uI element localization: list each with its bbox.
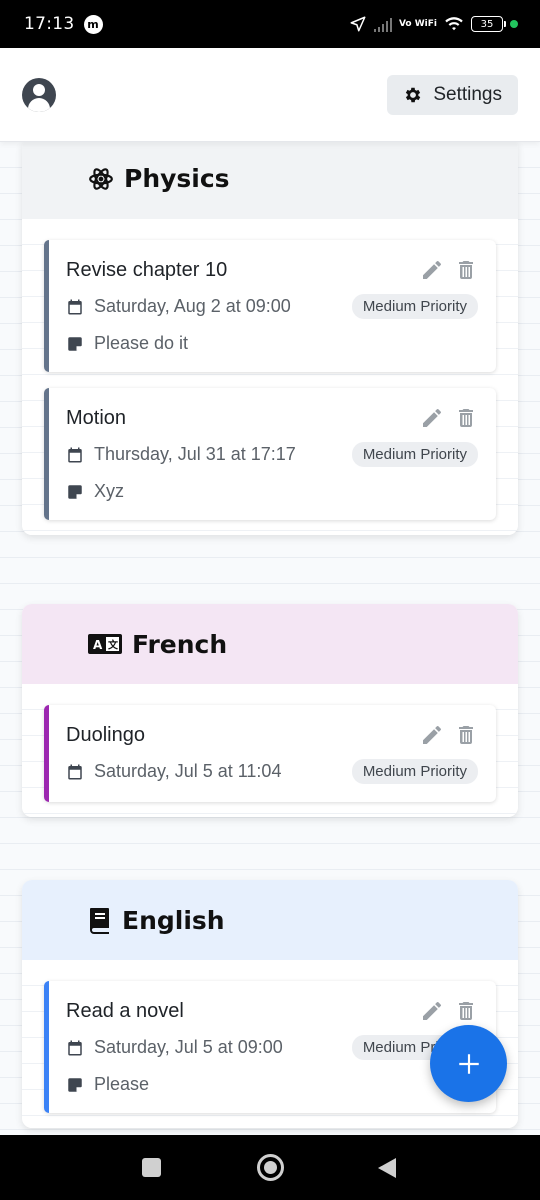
delete-trash-icon[interactable] xyxy=(454,258,478,282)
subject-card-physics: Physics Revise chapter 10 Saturday, Aug … xyxy=(22,142,518,535)
status-time: 17:13 xyxy=(24,14,75,34)
edit-pencil-icon[interactable] xyxy=(420,258,444,282)
wifi-icon xyxy=(445,17,463,31)
priority-badge: Medium Priority xyxy=(351,759,478,784)
task-card[interactable]: Revise chapter 10 Saturday, Aug 2 at 09:… xyxy=(44,240,496,372)
priority-badge: Medium Priority xyxy=(351,294,478,319)
task-title: Revise chapter 10 xyxy=(66,258,228,281)
delete-trash-icon[interactable] xyxy=(454,406,478,430)
volte-label: Vo WiFi xyxy=(398,18,437,29)
task-card[interactable]: Motion Thursday, Jul 31 at 17:17 Medium … xyxy=(44,388,496,520)
back-icon[interactable] xyxy=(377,1157,397,1179)
subject-title: Physics xyxy=(124,164,230,193)
signal-icon xyxy=(373,16,392,32)
book-icon xyxy=(90,908,109,934)
task-list: Duolingo Saturday, Jul 5 at 11:04 Medium… xyxy=(22,684,518,817)
home-icon[interactable] xyxy=(257,1154,284,1181)
task-date: Saturday, Aug 2 at 09:00 xyxy=(94,296,291,316)
user-circle-icon[interactable] xyxy=(22,77,56,112)
note-icon xyxy=(66,483,84,501)
task-title: Duolingo xyxy=(66,723,145,746)
status-dot-icon xyxy=(510,20,518,28)
task-note: Xyz xyxy=(94,481,125,501)
translate-icon: A 文 xyxy=(88,634,122,654)
task-note: Please do it xyxy=(94,333,189,353)
status-icons: Vo WiFi 35 xyxy=(349,15,518,33)
note-icon xyxy=(66,1076,84,1094)
subject-header[interactable]: English xyxy=(22,880,518,960)
status-bar: 17:13 m Vo WiFi 35 xyxy=(0,0,540,48)
task-list: Revise chapter 10 Saturday, Aug 2 at 09:… xyxy=(22,219,518,535)
system-nav-bar xyxy=(0,1135,540,1200)
subject-list[interactable]: Physics Revise chapter 10 Saturday, Aug … xyxy=(0,142,540,1135)
svg-text:A: A xyxy=(93,638,103,652)
edit-pencil-icon[interactable] xyxy=(420,723,444,747)
task-note: Please xyxy=(94,1074,150,1094)
plus-icon xyxy=(458,1053,479,1074)
settings-button[interactable]: Settings xyxy=(387,74,518,115)
edit-pencil-icon[interactable] xyxy=(420,406,444,430)
calendar-icon xyxy=(66,763,84,781)
carrier-badge-icon: m xyxy=(83,14,103,34)
task-date: Saturday, Jul 5 at 09:00 xyxy=(94,1037,283,1057)
settings-label: Settings xyxy=(433,83,502,105)
calendar-icon xyxy=(66,298,84,316)
task-title: Read a novel xyxy=(66,999,184,1022)
delete-trash-icon[interactable] xyxy=(454,723,478,747)
location-arrow-icon xyxy=(350,16,366,32)
task-card[interactable]: Duolingo Saturday, Jul 5 at 11:04 Medium… xyxy=(44,705,496,802)
subject-card-french: A 文 French Duolingo Saturday, Jul 5 at 1… xyxy=(22,604,518,817)
task-date: Saturday, Jul 5 at 11:04 xyxy=(94,761,282,781)
subject-header[interactable]: A 文 French xyxy=(22,604,518,684)
svg-text:文: 文 xyxy=(108,639,119,652)
task-card[interactable]: Read a novel Saturday, Jul 5 at 09:00 Me… xyxy=(44,981,496,1113)
subject-title: French xyxy=(132,629,228,659)
app-header: Settings xyxy=(0,48,540,142)
priority-badge: Medium Priority xyxy=(351,442,478,467)
atom-icon xyxy=(89,167,113,190)
edit-pencil-icon[interactable] xyxy=(420,999,444,1023)
task-title: Motion xyxy=(66,406,127,429)
subject-title: English xyxy=(122,905,225,935)
add-task-button[interactable] xyxy=(430,1025,507,1102)
calendar-icon xyxy=(66,1039,84,1057)
calendar-icon xyxy=(66,446,84,464)
note-icon xyxy=(66,335,84,353)
delete-trash-icon[interactable] xyxy=(454,999,478,1023)
battery-level: 35 xyxy=(480,18,494,30)
battery-icon: 35 xyxy=(471,16,506,32)
subject-header[interactable]: Physics xyxy=(22,142,518,219)
task-date: Thursday, Jul 31 at 17:17 xyxy=(94,444,296,464)
gear-icon xyxy=(406,87,421,102)
recents-icon[interactable] xyxy=(142,1158,161,1177)
